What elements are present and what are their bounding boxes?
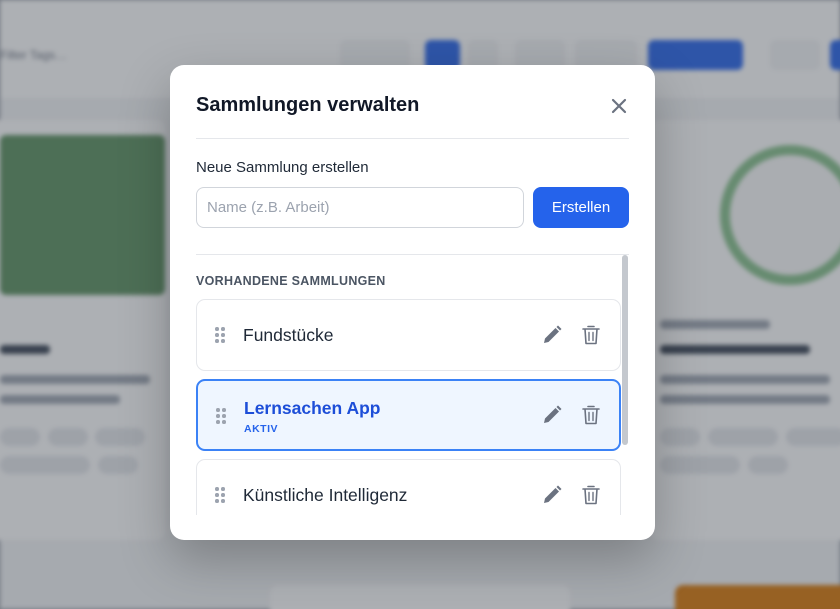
dialog-title: Sammlungen verwalten — [196, 94, 420, 116]
pencil-icon[interactable] — [541, 404, 563, 426]
collection-item[interactable]: Künstliche Intelligenz — [196, 459, 621, 515]
drag-handle-icon[interactable] — [216, 408, 226, 424]
close-button[interactable] — [607, 94, 631, 118]
collection-item-active[interactable]: Lernsachen App AKTIV — [196, 379, 621, 451]
active-badge: AKTIV — [244, 423, 278, 435]
pencil-icon[interactable] — [541, 484, 563, 506]
collection-label: Lernsachen App — [244, 398, 381, 418]
collection-label: Künstliche Intelligenz — [243, 485, 408, 505]
create-button[interactable]: Erstellen — [533, 187, 629, 228]
collections-list: Fundstücke Lernsachen App AKTIV Künstlic… — [196, 299, 621, 515]
list-scrollbar[interactable] — [622, 255, 628, 445]
header-divider — [196, 138, 629, 139]
collection-name-input[interactable] — [196, 187, 524, 228]
close-icon — [611, 98, 627, 114]
manage-collections-dialog: Sammlungen verwalten Neue Sammlung erste… — [170, 65, 655, 540]
trash-icon[interactable] — [581, 484, 601, 506]
collection-item[interactable]: Fundstücke — [196, 299, 621, 371]
trash-icon[interactable] — [581, 324, 601, 346]
section-divider — [196, 254, 629, 255]
pencil-icon[interactable] — [541, 324, 563, 346]
collection-label: Fundstücke — [243, 325, 334, 345]
drag-handle-icon[interactable] — [215, 327, 225, 343]
new-collection-label: Neue Sammlung erstellen — [196, 159, 369, 176]
drag-handle-icon[interactable] — [215, 487, 225, 503]
trash-icon[interactable] — [581, 404, 601, 426]
existing-collections-heading: VORHANDENE SAMMLUNGEN — [196, 274, 386, 288]
